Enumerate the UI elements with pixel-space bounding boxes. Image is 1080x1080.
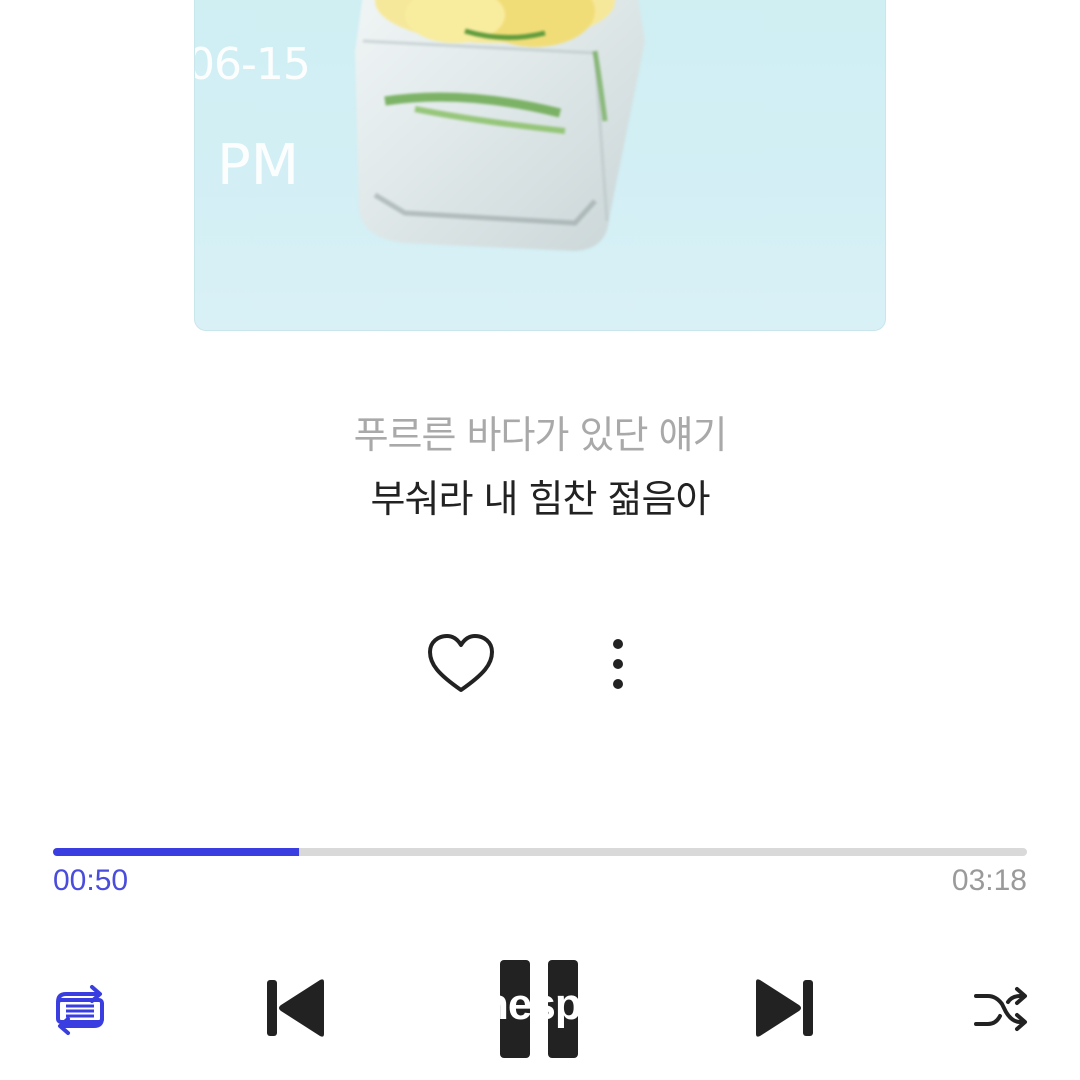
overlay-ampm: PM — [217, 133, 300, 198]
repeat-button[interactable] — [50, 982, 110, 1038]
repeat-list-icon — [56, 985, 104, 1035]
play-button-overlay-text: nespr — [500, 980, 580, 1028]
shuffle-button[interactable] — [972, 984, 1030, 1036]
skip-next-icon — [756, 979, 813, 1037]
lyric-previous-line: 푸르른 바다가 있단 얘기 — [353, 413, 728, 457]
previous-track-button[interactable] — [264, 976, 330, 1040]
lyric-current-line[interactable]: 부숴라 내 힘찬 젊음아 — [0, 468, 1080, 523]
overlay-date: 06-15 — [194, 39, 311, 90]
like-button[interactable] — [426, 632, 496, 696]
shuffle-icon — [974, 987, 1027, 1031]
skip-previous-icon — [267, 979, 324, 1037]
elapsed-time: 00:50 — [53, 864, 129, 897]
progress-bar[interactable] — [53, 848, 1027, 856]
more-options-button[interactable] — [600, 632, 636, 696]
total-time: 03:18 — [951, 864, 1027, 897]
progress-fill — [53, 848, 299, 856]
heart-outline-icon — [428, 634, 494, 692]
more-vertical-icon — [613, 639, 623, 689]
ice-cube-flower-image — [355, 0, 645, 251]
album-art: 06-15 PM — [194, 0, 886, 331]
next-track-button[interactable] — [750, 976, 816, 1040]
